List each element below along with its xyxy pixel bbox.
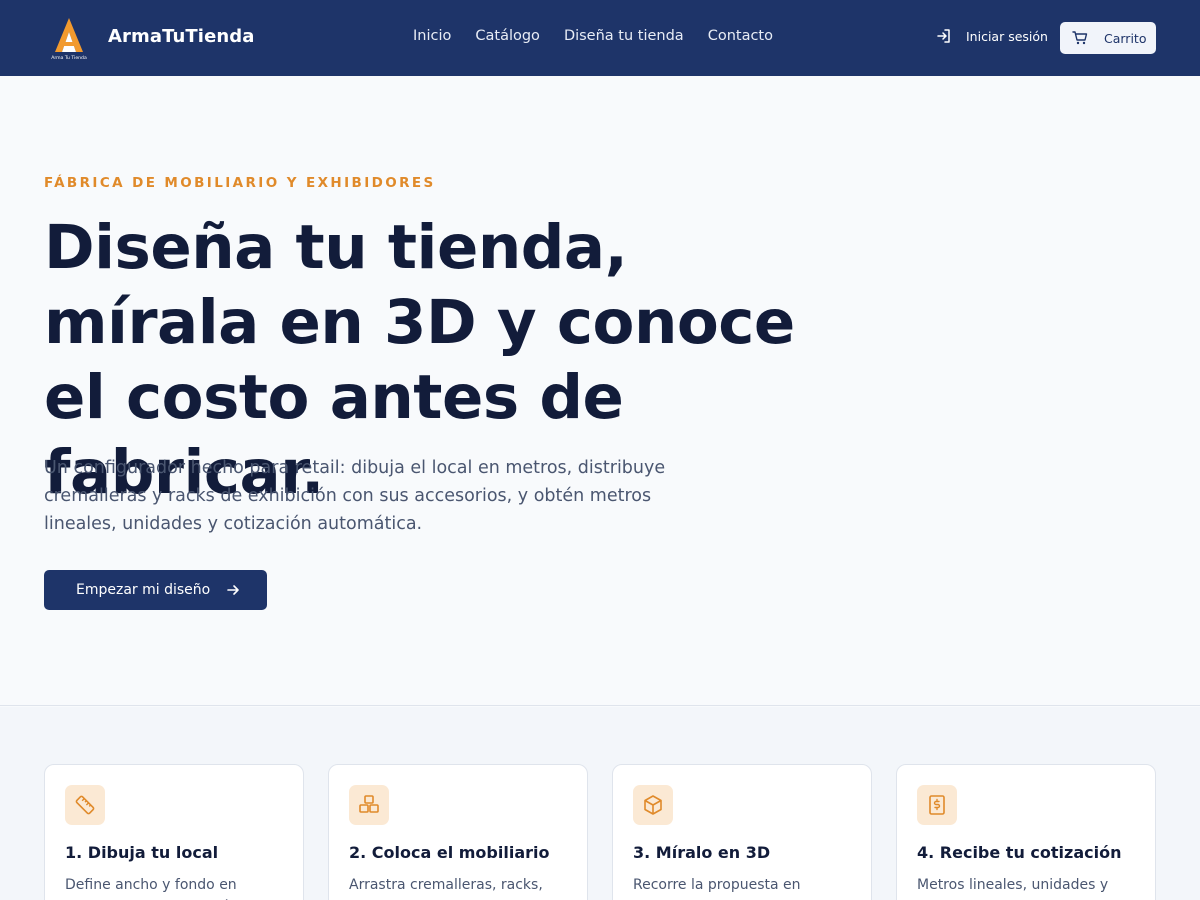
top-navbar: Arma Tu Tienda ArmaTuTienda Inicio Catál…: [0, 0, 1200, 76]
brand-logo[interactable]: Arma Tu Tienda: [44, 12, 94, 62]
start-design-button[interactable]: Empezar mi diseño: [44, 570, 267, 610]
arrow-right-icon: [227, 585, 240, 595]
feature-icon-tile: [917, 785, 957, 825]
logo-a-icon: Arma Tu Tienda: [44, 12, 94, 62]
hero-eyebrow: FÁBRICA DE MOBILIARIO Y EXHIBIDORES: [44, 175, 436, 191]
cart-label: Carrito: [1104, 30, 1147, 46]
feature-card-quote: 4. Recibe tu cotización Metros lineales,…: [896, 764, 1156, 900]
features-section: 1. Dibuja tu local Define ancho y fondo …: [0, 707, 1200, 900]
boxes-icon: [359, 795, 379, 813]
feature-icon-tile: [65, 785, 105, 825]
feature-text: Metros lineales, unidades y precio estim…: [917, 877, 1136, 900]
nav-catalogo[interactable]: Catálogo: [475, 28, 540, 44]
nav-inicio[interactable]: Inicio: [413, 28, 451, 44]
cart-icon: [1072, 31, 1088, 45]
feature-title: 1. Dibuja tu local: [65, 843, 219, 862]
sign-in-icon: [937, 29, 950, 43]
feature-text: Recorre la propuesta en volumen para val…: [633, 877, 835, 900]
feature-title: 3. Míralo en 3D: [633, 843, 771, 862]
feature-text: Define ancho y fondo en metros, o mueve …: [65, 877, 268, 900]
feature-icon-tile: [349, 785, 389, 825]
main-nav: Inicio Catálogo Diseña tu tienda Contact…: [413, 28, 773, 44]
receipt-dollar-icon: [929, 795, 945, 815]
login-label: Iniciar sesión: [966, 28, 1048, 44]
cube-icon: [644, 795, 662, 815]
brand-name[interactable]: ArmaTuTienda: [108, 26, 255, 47]
feature-card-furniture: 2. Coloca el mobiliario Arrastra cremall…: [328, 764, 588, 900]
login-link[interactable]: Iniciar sesión: [936, 28, 1048, 44]
start-design-label: Empezar mi diseño: [76, 582, 211, 598]
feature-card-3d: 3. Míralo en 3D Recorre la propuesta en …: [612, 764, 872, 900]
feature-text: Arrastra cremalleras, racks, repisas y a…: [349, 877, 564, 900]
feature-title: 4. Recibe tu cotización: [917, 843, 1122, 862]
nav-contacto[interactable]: Contacto: [708, 28, 773, 44]
feature-title: 2. Coloca el mobiliario: [349, 843, 550, 862]
hero-section: FÁBRICA DE MOBILIARIO Y EXHIBIDORES Dise…: [0, 76, 1200, 706]
feature-card-draw: 1. Dibuja tu local Define ancho y fondo …: [44, 764, 304, 900]
feature-icon-tile: [633, 785, 673, 825]
cart-button[interactable]: Carrito: [1060, 22, 1156, 54]
hero-description: Un configurador hecho para retail: dibuj…: [44, 458, 666, 534]
nav-disena-tu-tienda[interactable]: Diseña tu tienda: [564, 28, 684, 44]
svg-text:Arma Tu Tienda: Arma Tu Tienda: [51, 55, 87, 61]
ruler-icon: [75, 795, 95, 815]
